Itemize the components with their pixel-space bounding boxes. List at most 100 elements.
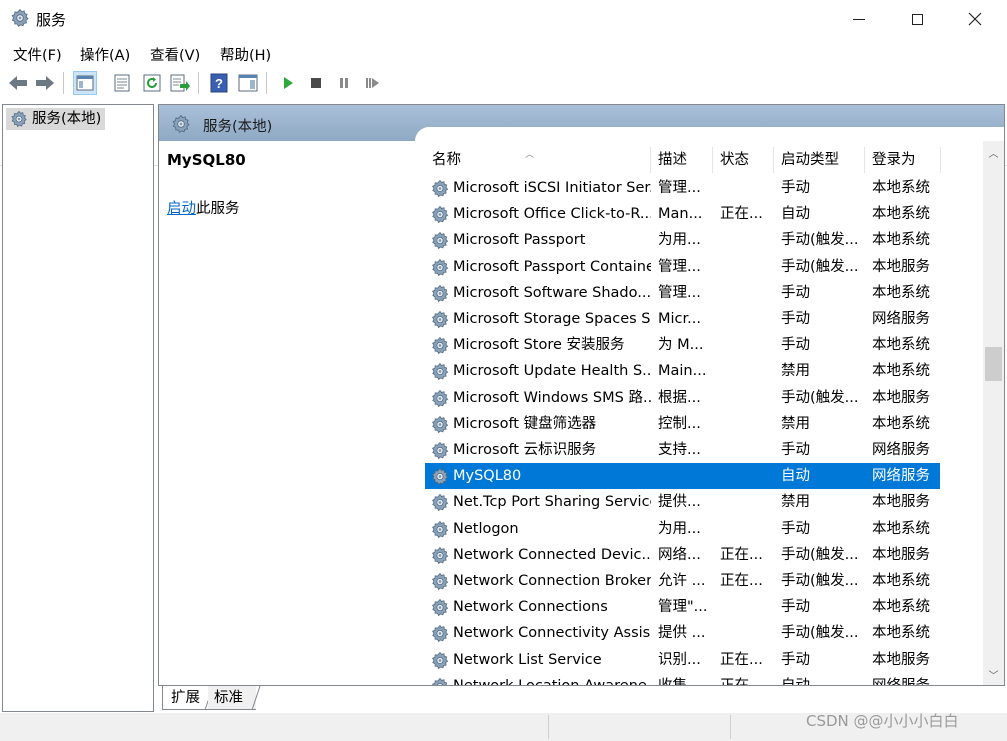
tab-standard[interactable]: 标准 (208, 686, 256, 710)
service-description: Man... (658, 206, 703, 223)
service-row[interactable]: Microsoft 云标识服务 支持... 手动 网络服务 (425, 437, 940, 463)
service-row[interactable]: Microsoft Windows SMS 路... 根据... 手动(触发... 本… (425, 385, 940, 411)
service-row[interactable]: Microsoft Store 安装服务 为 M... 手动 本地系统 (425, 332, 940, 358)
service-name: Microsoft Update Health S... (453, 363, 651, 380)
column-header-logon-as[interactable]: 登录为 (865, 147, 941, 173)
service-name: Microsoft Store 安装服务 (453, 337, 625, 354)
service-logon-as: 本地系统 (872, 180, 930, 196)
service-row[interactable]: Microsoft Software Shado... 管理... 手动 本地系统 (425, 280, 940, 306)
pause-service-button[interactable] (332, 71, 356, 95)
service-gear-icon (430, 310, 450, 329)
tree-item-services-local[interactable]: 服务(本地) (6, 108, 106, 130)
chevron-up-icon: ︿ (988, 148, 999, 160)
service-description: 根据... (658, 389, 701, 406)
service-gear-icon (430, 284, 450, 303)
minimize-button[interactable] (830, 0, 888, 38)
service-logon-as: 本地系统 (872, 573, 930, 589)
service-description: 收集... (658, 677, 701, 686)
column-header-status[interactable]: 状态 (713, 147, 774, 173)
status-separator (548, 715, 549, 739)
scroll-up-button[interactable]: ︿ (983, 141, 1004, 163)
view-tabs: 扩展 标准 (158, 686, 758, 712)
service-startup-type: 手动(触发... (781, 258, 859, 275)
forward-button[interactable] (33, 71, 57, 95)
service-logon-as: 网络服务 (872, 311, 930, 327)
tab-expanded[interactable]: 扩展 (162, 686, 208, 710)
service-logon-as: 本地系统 (872, 599, 930, 616)
toolbar: ? (0, 66, 1007, 166)
resume-service-button[interactable] (360, 71, 384, 95)
column-header-label: 登录为 (872, 152, 916, 168)
close-icon (968, 12, 982, 26)
service-logon-as: 本地服务 (872, 651, 930, 668)
service-row[interactable]: Microsoft iSCSI Initiator Ser... 管理... 手动 本… (425, 175, 940, 201)
show-hide-action-pane-button[interactable] (236, 71, 260, 95)
service-description: 为用... (658, 520, 701, 537)
service-startup-type: 手动(触发... (781, 232, 859, 249)
refresh-icon (143, 74, 161, 92)
menu-file[interactable]: 文件(F) (13, 44, 62, 65)
service-row[interactable]: Network Connected Devic... 网络... 正在... 手动(触… (425, 542, 940, 568)
service-gear-icon (430, 205, 450, 224)
service-row[interactable]: Microsoft Passport Container 管理... 手动(触发..… (425, 254, 940, 280)
service-row[interactable]: Network Connectivity Assis... 提供 ... 手动(触发… (425, 620, 940, 646)
service-row[interactable]: Microsoft 键盘筛选器 控制... 禁用 本地系统 (425, 411, 940, 437)
scroll-down-button[interactable]: ﹀ (983, 663, 1004, 685)
service-row[interactable]: Microsoft Office Click-to-R... Man... 正在..… (425, 201, 940, 227)
service-row[interactable]: MySQL80 自动 网络服务 (425, 463, 940, 490)
service-logon-as: 本地系统 (872, 520, 930, 537)
service-description: 提供... (658, 494, 701, 511)
scrollbar-thumb[interactable] (985, 347, 1002, 381)
start-service-button[interactable] (276, 71, 300, 95)
export-list-button[interactable] (168, 71, 192, 95)
menu-help[interactable]: 帮助(H) (220, 44, 271, 65)
service-gear-icon (430, 546, 450, 565)
service-row[interactable]: Network Connections 管理"... 手动 本地系统 (425, 594, 940, 620)
maximize-button[interactable] (888, 0, 946, 38)
column-header-startup-type[interactable]: 启动类型 (774, 147, 865, 173)
service-startup-type: 手动 (781, 599, 810, 616)
properties-button[interactable] (110, 71, 134, 95)
service-row[interactable]: Microsoft Passport 为用... 手动(触发... 本地系统 (425, 227, 940, 253)
service-gear-icon (430, 677, 450, 686)
service-gear-icon (430, 598, 450, 617)
service-description: 网络... (658, 546, 701, 563)
service-description: 为 M... (658, 337, 704, 354)
service-logon-as: 本地服务 (872, 546, 930, 563)
service-row[interactable]: Network Connection Broker 允许 ... 正在... 手动(触… (425, 568, 940, 594)
back-button[interactable] (6, 71, 30, 95)
vertical-scrollbar[interactable]: ︿ ﹀ (983, 141, 1004, 685)
action-pane-icon (238, 74, 258, 92)
refresh-button[interactable] (140, 71, 164, 95)
service-status: 正在... (720, 677, 763, 686)
service-startup-type: 手动 (781, 651, 810, 668)
service-description: 允许 ... (658, 573, 706, 589)
service-gear-icon (430, 572, 450, 591)
start-service-link[interactable]: 启动 (167, 201, 196, 217)
services-pane: 服务(本地) MySQL80 启动此服务 ︿ 名称 描述 状态 启动类型 登录为… (158, 104, 1005, 686)
service-logon-as: 本地系统 (872, 363, 930, 380)
service-row[interactable]: Microsoft Update Health S... Main... 禁用 本地系… (425, 358, 940, 384)
service-name: Microsoft iSCSI Initiator Ser... (453, 180, 651, 196)
menu-action[interactable]: 操作(A) (80, 44, 130, 65)
show-hide-console-tree-button[interactable] (73, 71, 97, 95)
stop-service-button[interactable] (304, 71, 328, 95)
service-logon-as: 本地系统 (872, 232, 930, 249)
service-startup-type: 手动(触发... (781, 546, 859, 563)
service-startup-type: 禁用 (781, 363, 810, 380)
service-row[interactable]: Network List Service 识别... 正在... 手动 本地服务 (425, 647, 940, 673)
column-header-description[interactable]: 描述 (651, 147, 713, 173)
close-button[interactable] (946, 0, 1004, 38)
service-row[interactable]: Net.Tcp Port Sharing Service 提供... 禁用 本地服务 (425, 489, 940, 515)
column-header-label: 名称 (432, 152, 461, 168)
column-header-name[interactable]: ︿ 名称 (425, 147, 651, 173)
service-description: 控制... (658, 415, 701, 432)
help-button[interactable]: ? (207, 71, 231, 95)
forward-arrow-icon (36, 76, 54, 90)
service-row[interactable]: Microsoft Storage Spaces S... Micr... 手动 网络… (425, 306, 940, 332)
menu-view[interactable]: 查看(V) (150, 44, 200, 65)
service-logon-as: 网络服务 (872, 468, 930, 485)
service-row[interactable]: Netlogon 为用... 手动 本地系统 (425, 516, 940, 542)
service-row[interactable]: Network Location Awarene... 收集... 正在... 自动 网… (425, 673, 940, 686)
pane-header-title: 服务(本地) (203, 119, 273, 135)
